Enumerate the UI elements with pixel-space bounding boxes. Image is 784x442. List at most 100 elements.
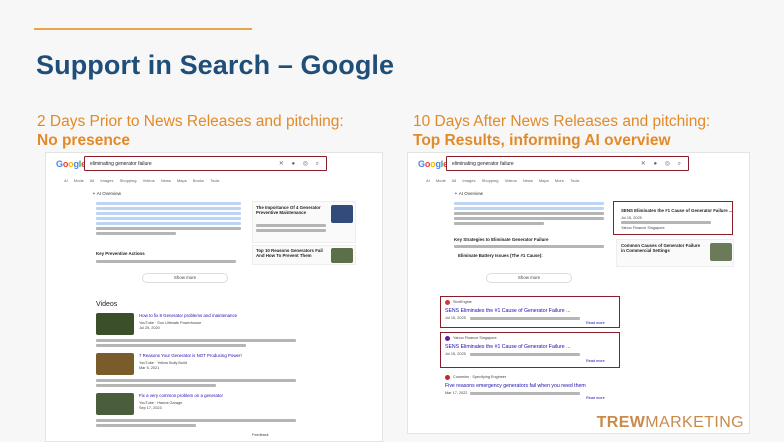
- left-column-label: 2 Days Prior to News Releases and pitchi…: [37, 112, 344, 150]
- text-line: [96, 217, 241, 220]
- result-site: Yahoo Finance Singapore: [453, 336, 497, 340]
- video-thumbnail[interactable]: [96, 393, 134, 415]
- show-more-button[interactable]: Show more: [142, 273, 228, 283]
- text-line: [96, 202, 241, 205]
- result-date: Jul 15, 2025: [445, 352, 466, 356]
- logo-part2: MARKETING: [645, 414, 744, 431]
- text-line: [96, 344, 246, 347]
- key-strategies-heading: Key Strategies to Eliminate Generator Fa…: [454, 237, 549, 242]
- text-line: [454, 245, 604, 248]
- site-favicon-icon: [445, 375, 450, 380]
- video-channel: YouTube · Hanna Garage: [139, 401, 183, 405]
- search-tools-icon: ✕ ● ◎ ⌕: [278, 161, 322, 167]
- text-line: [470, 392, 580, 395]
- text-line: [96, 260, 236, 263]
- search-input[interactable]: eliminating generator failure ✕ ● ◎ ⌕: [84, 156, 327, 171]
- video-title[interactable]: 7 Reasons Your Generator is NOT Producin…: [139, 353, 242, 358]
- accent-line: [34, 28, 252, 30]
- side-card[interactable]: Top 10 Reasons Generators Fail And How T…: [252, 245, 356, 265]
- search-tools-icon: ✕ ● ◎ ⌕: [640, 161, 684, 167]
- side-card-thumbnail: [331, 205, 353, 223]
- result-site: Cummins · Specifying Engineer: [453, 375, 507, 379]
- video-channel: YouTube · Sun Ultimate Powerhouse: [139, 321, 202, 325]
- text-line: [96, 207, 241, 210]
- read-more-link[interactable]: Read more: [586, 396, 605, 400]
- result-title[interactable]: SENS Eliminates the #1 Cause of Generato…: [445, 308, 570, 314]
- side-card-title: Top 10 Reasons Generators Fail And How T…: [256, 248, 323, 258]
- text-line: [454, 222, 544, 225]
- left-subheading: No presence: [37, 132, 131, 149]
- video-channel: YouTube · Yellow Bully Build: [139, 361, 187, 365]
- left-heading: 2 Days Prior to News Releases and pitchi…: [37, 113, 344, 130]
- ai-overview-heading: ✦ AI Overview: [92, 191, 122, 196]
- videos-heading: Videos: [96, 301, 118, 308]
- search-tabs[interactable]: AI Mode All Images Shopping Videos News …: [64, 178, 219, 183]
- read-more-link[interactable]: Read more: [586, 321, 605, 325]
- video-title[interactable]: How to fix 8 Generator problems and main…: [139, 313, 237, 318]
- search-input[interactable]: eliminating generator failure ✕ ● ◎ ⌕: [446, 156, 689, 171]
- side-card-title: The Importance Of 4 Generator Preventive…: [256, 205, 321, 215]
- key-actions-heading: Key Preventive Actions: [96, 251, 145, 256]
- right-heading: 10 Days After News Releases and pitching…: [413, 113, 711, 130]
- read-more-link[interactable]: Read more: [586, 359, 605, 363]
- text-line: [470, 353, 580, 356]
- result-title[interactable]: SENS Eliminates the #1 Cause of Generato…: [445, 344, 570, 350]
- side-card-source: Yahoo Finance Singapore: [621, 226, 665, 230]
- text-line: [96, 212, 241, 215]
- text-line: [96, 424, 196, 427]
- feedback-link[interactable]: Feedback: [252, 433, 269, 437]
- result-title[interactable]: Five reasons emergency generators fail w…: [445, 383, 586, 389]
- site-favicon-icon: [445, 336, 450, 341]
- right-subheading: Top Results, informing AI overview: [413, 132, 671, 149]
- sparkle-icon: ✦: [454, 191, 458, 196]
- right-search-screenshot: Google eliminating generator failure ✕ ●…: [407, 152, 750, 434]
- text-line: [454, 207, 604, 210]
- text-line: [454, 217, 604, 220]
- video-date: Jul 25, 2020: [139, 326, 160, 330]
- search-query: eliminating generator failure: [90, 161, 152, 167]
- text-line: [256, 229, 326, 232]
- text-line: [96, 419, 296, 422]
- trew-marketing-logo: TREWMARKETING: [597, 414, 744, 432]
- google-logo: Google: [56, 159, 86, 169]
- video-thumbnail[interactable]: [96, 313, 134, 335]
- result-site: StorEngine: [453, 300, 472, 304]
- text-line: [96, 339, 296, 342]
- search-query: eliminating generator failure: [452, 161, 514, 167]
- side-card[interactable]: Common Causes of Generator Failure in Co…: [616, 239, 734, 267]
- text-line: [454, 202, 604, 205]
- video-date: Sep 17, 2023: [139, 406, 162, 410]
- text-line: [96, 384, 216, 387]
- show-more-button[interactable]: Show more: [486, 273, 572, 283]
- text-line: [96, 232, 176, 235]
- text-line: [96, 222, 241, 225]
- video-date: Mar 5, 2021: [139, 366, 160, 370]
- text-line: [96, 379, 296, 382]
- slide: Support in Search – Google 2 Days Prior …: [0, 0, 784, 442]
- side-card-title: Common Causes of Generator Failure in Co…: [621, 243, 701, 253]
- sparkle-icon: ✦: [92, 191, 96, 196]
- text-line: [256, 224, 326, 227]
- logo-part1: TREW: [596, 414, 646, 431]
- result-date: Mar 17, 2022: [445, 391, 468, 395]
- right-column-label: 10 Days After News Releases and pitching…: [413, 112, 710, 150]
- side-card-date: Jul 15, 2025: [621, 216, 642, 220]
- text-line: [454, 212, 604, 215]
- text-line: [96, 227, 241, 230]
- left-search-screenshot: Google eliminating generator failure ✕ ●…: [45, 152, 383, 442]
- slide-title: Support in Search – Google: [36, 50, 395, 80]
- side-card-title[interactable]: SENS Eliminates the #1 Cause of Generato…: [621, 208, 733, 213]
- side-card-thumbnail: [331, 248, 353, 263]
- bullet-item: Eliminate Battery Issues (The #1 Cause):: [458, 253, 543, 258]
- result-date: Jul 15, 2025: [445, 316, 466, 320]
- text-line: [621, 221, 711, 224]
- google-logo: Google: [418, 159, 448, 169]
- site-favicon-icon: [445, 300, 450, 305]
- video-title[interactable]: Fix a very common problem on a generator: [139, 393, 223, 398]
- text-line: [470, 317, 580, 320]
- video-thumbnail[interactable]: [96, 353, 134, 375]
- search-tabs[interactable]: AI Mode All Images Shopping Videos News …: [426, 178, 579, 183]
- side-card[interactable]: The Importance Of 4 Generator Preventive…: [252, 201, 356, 243]
- side-card-thumbnail: [710, 243, 732, 261]
- ai-overview-heading: ✦ AI Overview: [454, 191, 484, 196]
